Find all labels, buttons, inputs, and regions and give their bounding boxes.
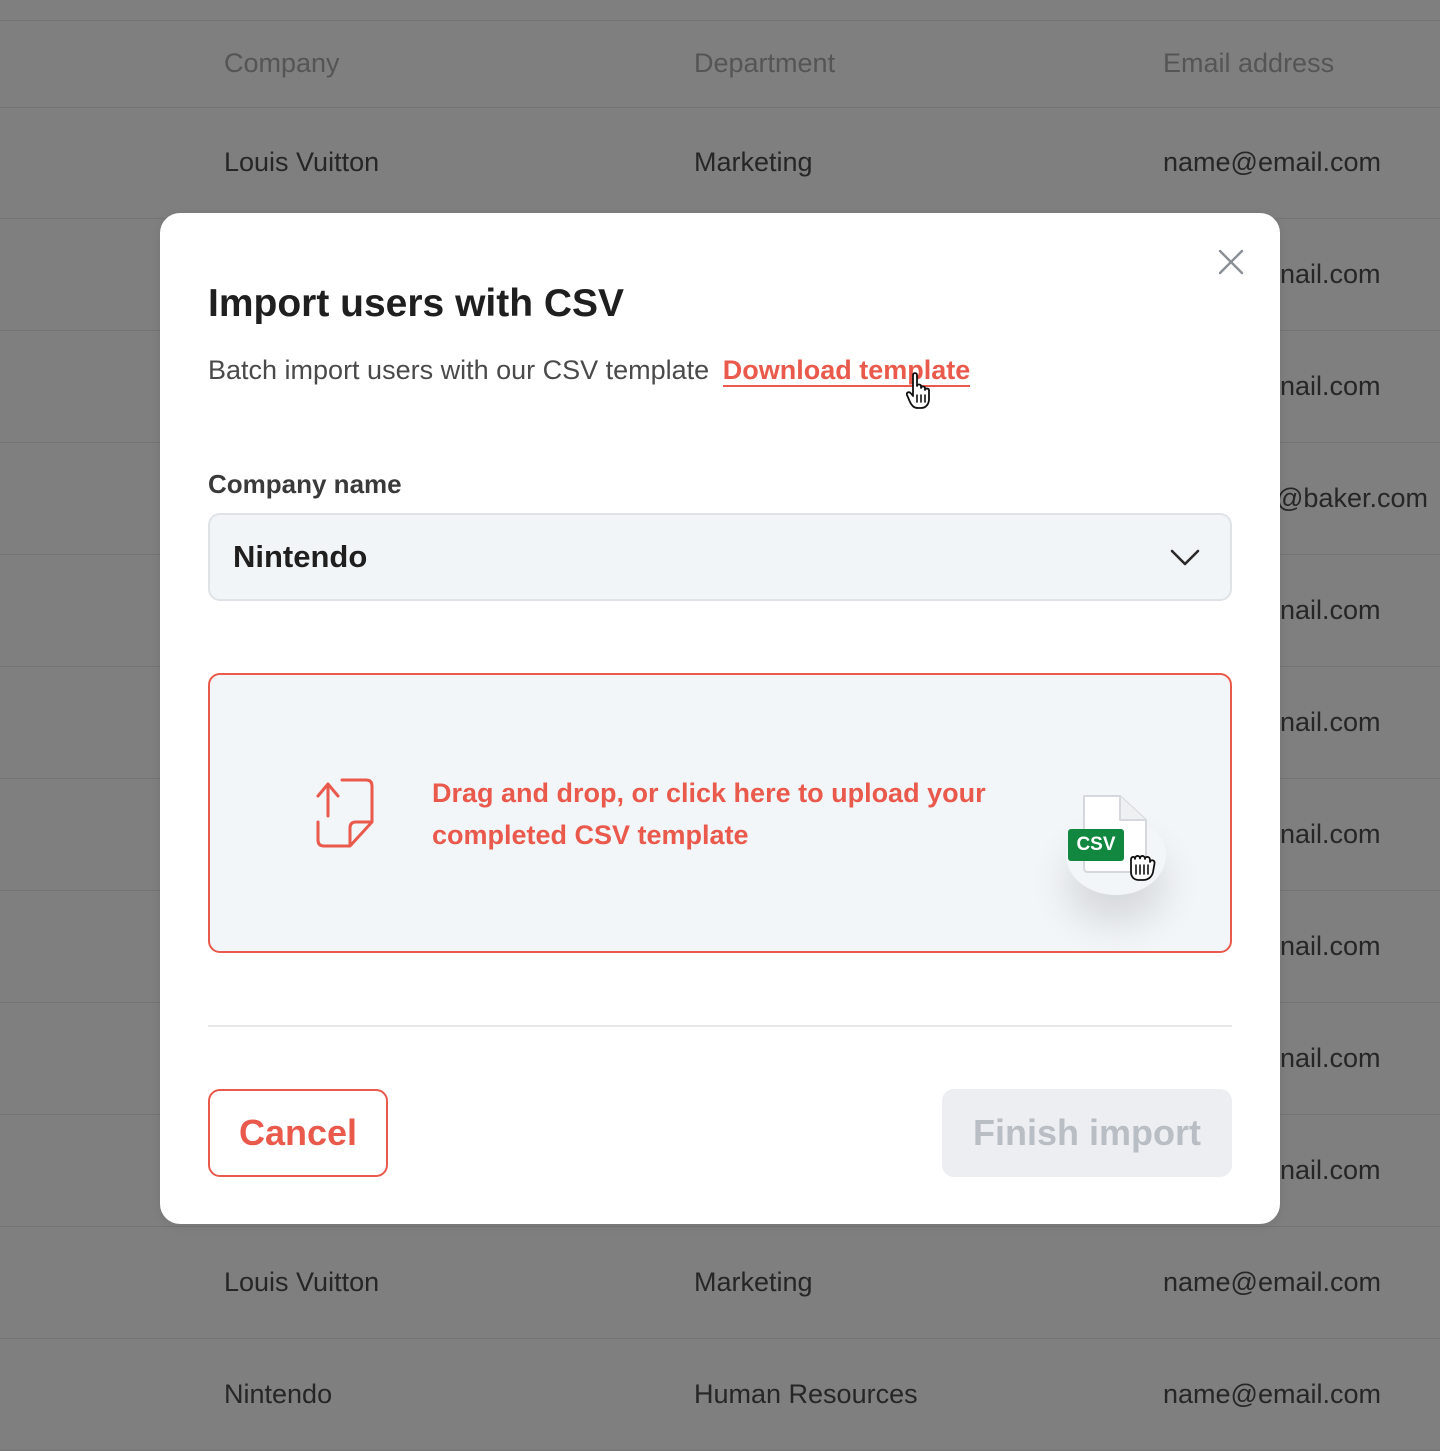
cell-email: nail.com — [1280, 1155, 1381, 1185]
cell-email: nail.com — [1280, 259, 1381, 289]
subtitle-text: Batch import users with our CSV template — [208, 355, 710, 385]
column-header-department: Department — [694, 48, 836, 78]
cell-email: name@email.com — [1163, 1379, 1381, 1409]
table-row[interactable]: Louis Vuitton Marketing name@email.com — [0, 1227, 1440, 1339]
finish-import-button[interactable]: Finish import — [942, 1089, 1232, 1177]
cell-email: name@email.com — [1163, 147, 1381, 177]
cell-email: name@email.com — [1163, 1267, 1381, 1297]
import-csv-modal: Import users with CSV Batch import users… — [160, 213, 1280, 1224]
modal-title: Import users with CSV — [208, 282, 625, 325]
close-icon — [1218, 249, 1244, 275]
footer-divider — [208, 1025, 1232, 1027]
company-select[interactable]: Nintendo — [208, 513, 1232, 601]
table-row[interactable]: Louis Vuitton Marketing name@email.com — [0, 107, 1440, 219]
table-row[interactable]: Nintendo Human Resources name@email.com — [0, 1339, 1440, 1451]
cell-department: Human Resources — [694, 1379, 918, 1409]
cancel-button[interactable]: Cancel — [208, 1089, 388, 1177]
company-select-value: Nintendo — [233, 539, 368, 574]
modal-subtitle: Batch import users with our CSV template… — [208, 354, 971, 387]
cell-email: nail.com — [1280, 707, 1381, 737]
cell-company: Louis Vuitton — [224, 1267, 380, 1297]
csv-badge: CSV — [1068, 829, 1124, 861]
table-header: Company Department Email address — [0, 20, 1440, 108]
cell-email: nail.com — [1280, 931, 1381, 961]
chevron-down-icon — [1170, 549, 1200, 566]
cell-email: nail.com — [1280, 371, 1381, 401]
close-button[interactable] — [1214, 245, 1248, 279]
column-header-company: Company — [224, 48, 340, 78]
cell-department: Marketing — [694, 1267, 813, 1297]
cell-company: Louis Vuitton — [224, 147, 380, 177]
company-name-label: Company name — [208, 469, 402, 499]
cell-email: nail.com — [1280, 819, 1381, 849]
hand-pointer-cursor-icon — [905, 372, 930, 409]
cell-email: nail.com — [1280, 1043, 1381, 1073]
cell-company: Nintendo — [224, 1379, 333, 1409]
column-header-email: Email address — [1163, 48, 1335, 78]
cell-department: Marketing — [694, 147, 813, 177]
cell-email: @baker.com — [1276, 483, 1428, 513]
dropzone-text: Drag and drop, or click here to upload y… — [432, 778, 986, 850]
hand-grab-cursor-icon — [1130, 855, 1156, 881]
upload-file-icon — [316, 778, 374, 848]
csv-dropzone[interactable]: Drag and drop, or click here to upload y… — [208, 673, 1232, 953]
cell-email: nail.com — [1280, 595, 1381, 625]
